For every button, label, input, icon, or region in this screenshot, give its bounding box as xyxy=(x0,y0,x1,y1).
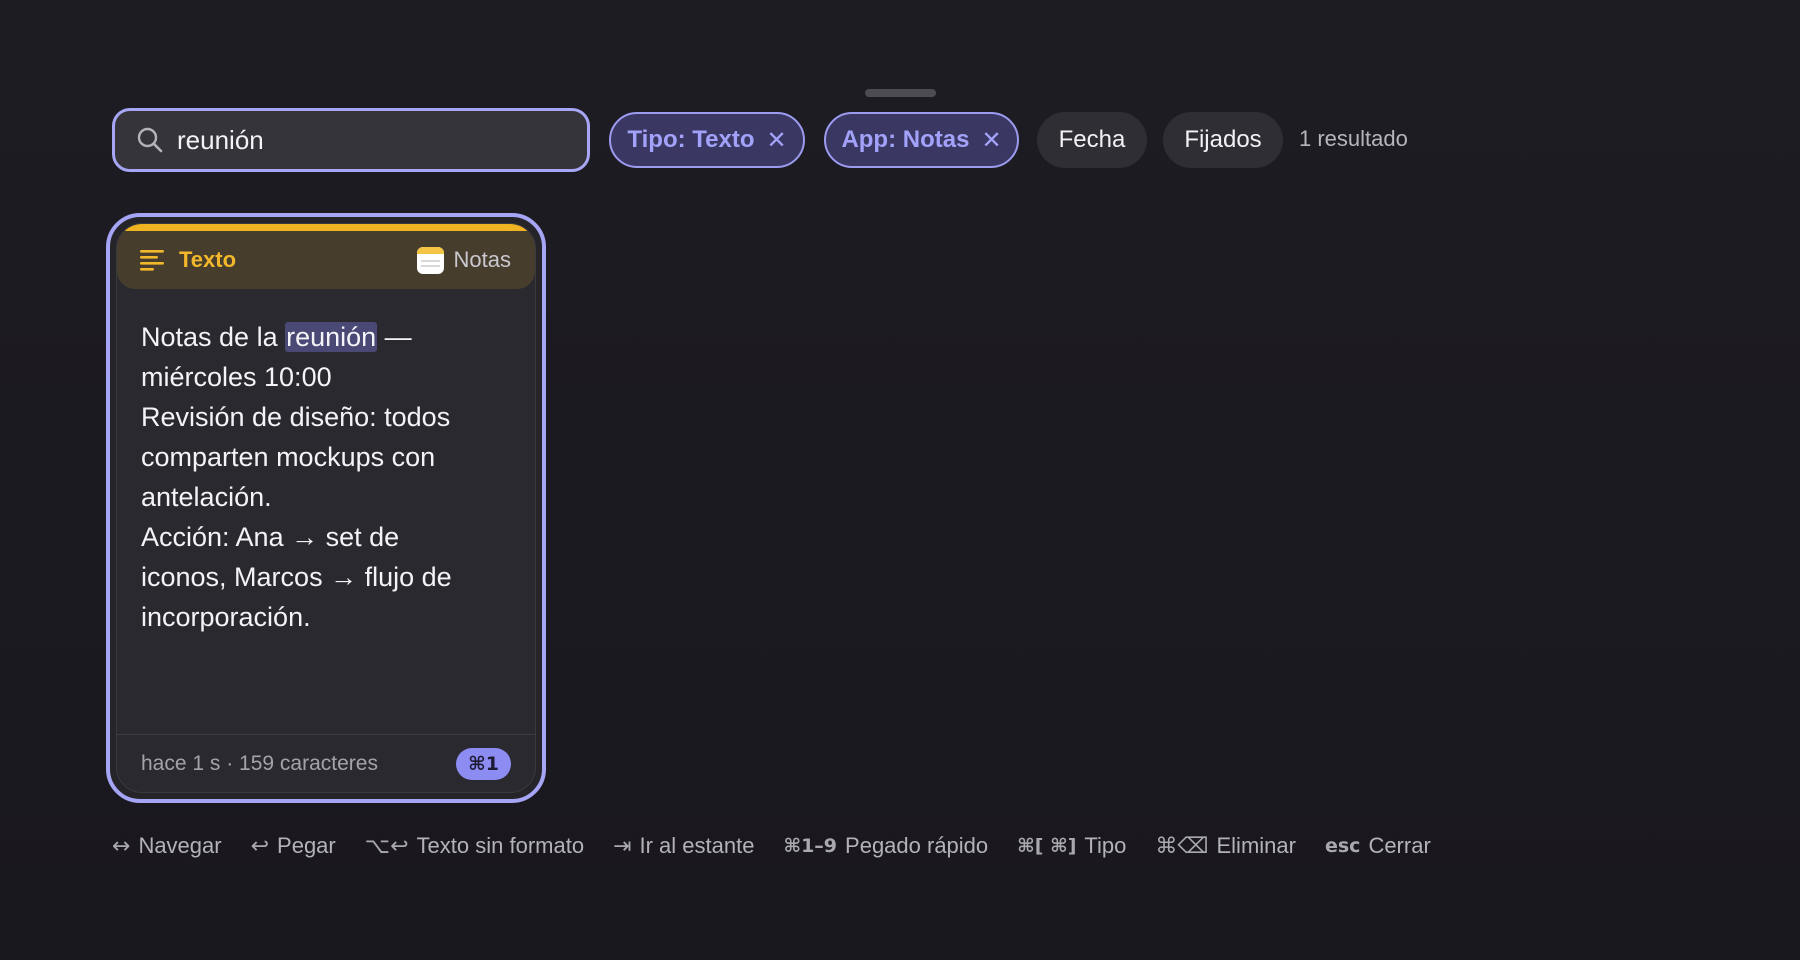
hint-label: Pegado rápido xyxy=(845,833,989,858)
search-field[interactable] xyxy=(112,108,590,172)
preview-line: Notas de la reunión — xyxy=(141,317,511,357)
filter-chip-label: Fecha xyxy=(1058,126,1126,153)
filter-chip-pinned[interactable]: Fijados xyxy=(1163,112,1283,168)
hint-shelf: ⇥ Ir al estante xyxy=(613,833,754,859)
card-footer: hace 1 s · 159 caracteres ⌘1 xyxy=(117,734,535,792)
return-key-icon: ↩ xyxy=(250,833,270,859)
preview-line: Revisión de diseño: todos xyxy=(141,402,451,432)
preview-line: comparten mockups con xyxy=(141,442,436,472)
option-return-key-icon: ⌥↩ xyxy=(364,833,409,859)
text-lines-icon xyxy=(139,246,167,274)
hint-label: Ir al estante xyxy=(639,833,755,858)
filter-chip-app[interactable]: App: Notas ✕ xyxy=(824,112,1019,168)
search-icon xyxy=(135,125,165,155)
arrows-key-icon: ↔ xyxy=(112,833,131,859)
hint-type: ⌘[ ⌘] Tipo xyxy=(1017,833,1126,859)
source-app: Notas xyxy=(416,246,511,274)
hint-close: esc Cerrar xyxy=(1325,833,1431,859)
card-text-preview: Notas de la reunión — miércoles 10:00 Re… xyxy=(141,317,511,637)
hint-label: Tipo xyxy=(1084,833,1127,858)
preview-line: incorporación. xyxy=(141,602,311,632)
result-count: 1 resultado xyxy=(1299,126,1408,151)
preview-line: Acción: Ana → set de xyxy=(141,522,400,552)
search-input[interactable] xyxy=(177,124,577,156)
type-accent-bar xyxy=(117,224,535,231)
source-app-name: Notas xyxy=(453,247,511,272)
command-bracket-key: ⌘[ ⌘] xyxy=(1017,835,1077,857)
hint-quick-paste: ⌘1–9 Pegado rápido xyxy=(783,833,988,859)
hint-plain-text: ⌥↩ Texto sin formato xyxy=(365,833,584,859)
hint-label: Texto sin formato xyxy=(416,833,585,858)
filter-chip-date[interactable]: Fecha xyxy=(1037,112,1147,168)
hint-label: Eliminar xyxy=(1216,833,1296,858)
type-label: Texto xyxy=(179,247,237,272)
preview-text: — xyxy=(377,322,412,352)
preview-text: Notas de la xyxy=(141,322,286,352)
item-metadata: hace 1 s · 159 caracteres xyxy=(141,751,378,775)
preview-line: antelación. xyxy=(141,482,272,512)
card-header: Texto Notas xyxy=(117,231,535,289)
command-delete-key-icon: ⌘⌫ xyxy=(1155,833,1209,859)
hint-label: Pegar xyxy=(277,833,336,858)
close-icon[interactable]: ✕ xyxy=(981,126,1001,155)
filter-chip-label: Tipo: Texto xyxy=(627,126,755,153)
hint-paste: ↩ Pegar xyxy=(251,833,336,859)
clipboard-history-panel: Tipo: Texto ✕ App: Notas ✕ Fecha Fijados… xyxy=(0,0,1800,960)
search-match-highlight: reunión xyxy=(285,322,378,352)
filter-chip-label: Fijados xyxy=(1184,126,1262,153)
hint-label: Cerrar xyxy=(1368,833,1431,858)
preview-line: iconos, Marcos → flujo de xyxy=(141,562,452,592)
quick-paste-shortcut-badge: ⌘1 xyxy=(456,747,511,780)
keyboard-hints-bar: ↔ Navegar ↩ Pegar ⌥↩ Texto sin formato ⇥… xyxy=(112,830,1460,862)
close-icon[interactable]: ✕ xyxy=(767,126,787,155)
hint-navigate: ↔ Navegar xyxy=(112,833,222,859)
tab-key-icon: ⇥ xyxy=(613,833,632,859)
notes-app-icon xyxy=(416,246,444,274)
card-content: Texto Notas Notas de la reunión — miérco… xyxy=(116,223,536,793)
preview-line: miércoles 10:00 xyxy=(141,362,332,392)
hint-delete: ⌘⌫ Eliminar xyxy=(1155,833,1296,859)
clipboard-item-card[interactable]: Texto Notas Notas de la reunión — miérco… xyxy=(106,213,546,803)
command-number-key: ⌘1–9 xyxy=(783,835,838,857)
filter-chip-type[interactable]: Tipo: Texto ✕ xyxy=(609,112,805,168)
drag-handle[interactable] xyxy=(865,89,936,97)
filter-chip-label: App: Notas xyxy=(841,126,970,153)
escape-key: esc xyxy=(1324,835,1361,857)
hint-label: Navegar xyxy=(138,833,222,858)
